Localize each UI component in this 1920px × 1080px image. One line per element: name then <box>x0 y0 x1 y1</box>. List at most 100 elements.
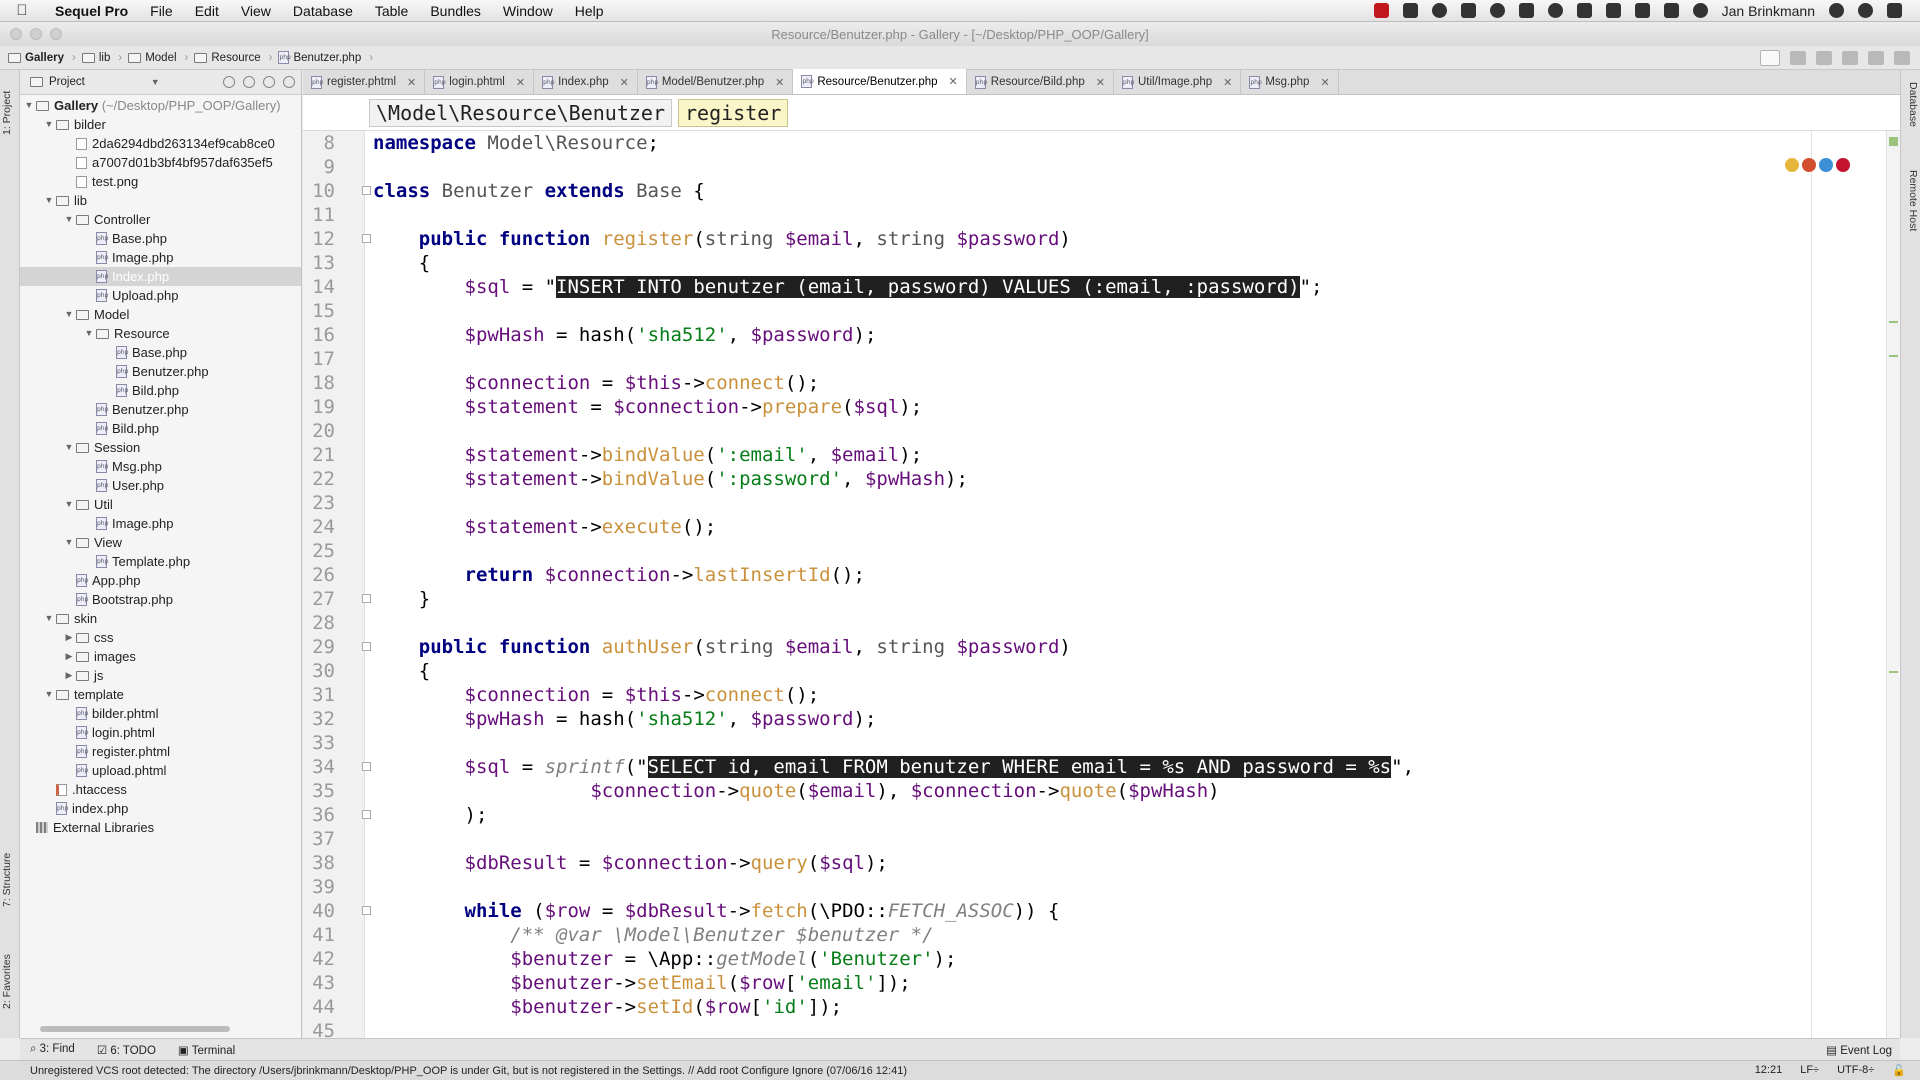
code-line[interactable]: 33 <box>303 731 1873 755</box>
hide-panel-icon[interactable] <box>283 76 295 88</box>
tab-msg-php[interactable]: php Msg.php ✕ <box>1241 70 1339 94</box>
opera-icon[interactable] <box>1836 158 1850 172</box>
tool-tab-todo[interactable]: ☑ 6: TODO <box>97 1043 156 1057</box>
tree-item[interactable]: php App.php <box>20 571 301 590</box>
expand-arrow-icon[interactable]: ▼ <box>62 438 76 457</box>
code-line[interactable]: 38 $dbResult = $connection->query($sql); <box>303 851 1873 875</box>
expand-arrow-icon[interactable]: ▼ <box>62 210 76 229</box>
coverage-icon[interactable] <box>1868 50 1884 65</box>
tab-resource-bild-php[interactable]: php Resource/Bild.php ✕ <box>967 70 1114 94</box>
expand-arrow-icon[interactable]: ▼ <box>62 495 76 514</box>
tree-item[interactable]: 2da6294dbd263134ef9cab8ce0 <box>20 134 301 153</box>
tree-item[interactable]: ▼ Resource <box>20 324 301 343</box>
nav-crumb-benutzer-php[interactable]: php Benutzer.php › <box>278 51 373 64</box>
code-line[interactable]: 37 <box>303 827 1873 851</box>
time-machine-icon[interactable] <box>1692 3 1708 18</box>
close-window-button[interactable] <box>10 28 22 40</box>
collapse-arrow-icon[interactable]: ▶ <box>62 666 76 685</box>
fold-marker-icon[interactable] <box>362 594 371 603</box>
tool-tab-database[interactable]: Database <box>1901 82 1919 152</box>
code-line[interactable]: 17 <box>303 347 1873 371</box>
close-tab-icon[interactable]: ✕ <box>949 75 958 88</box>
tree-item[interactable]: ▼ bilder <box>20 115 301 134</box>
tree-item[interactable]: ▼ lib <box>20 191 301 210</box>
nav-crumb-model[interactable]: Model › <box>128 52 188 64</box>
tab-register-phtml[interactable]: php register.phtml ✕ <box>303 70 426 94</box>
recording-status-icon[interactable] <box>1373 3 1389 18</box>
zoom-window-button[interactable] <box>50 28 62 40</box>
fold-marker-icon[interactable] <box>362 642 371 651</box>
tree-item[interactable]: php Benutzer.php <box>20 362 301 381</box>
tool-tab-structure[interactable]: 7: Structure <box>1 840 19 920</box>
breadcrumb-class[interactable]: \Model\Resource\Benutzer <box>369 98 672 127</box>
fold-marker-icon[interactable] <box>362 186 371 195</box>
inspection-status-icon[interactable] <box>1889 137 1898 146</box>
code-line[interactable]: 10 class Benutzer extends Base { <box>303 179 1873 203</box>
tree-item[interactable]: ▼ Util <box>20 495 301 514</box>
code-line[interactable]: 44 $benutzer->setId($row['id']); <box>303 995 1873 1019</box>
code-line[interactable]: 42 $benutzer = \App::getModel('Benutzer'… <box>303 947 1873 971</box>
apple-menu-icon[interactable]:  <box>0 2 44 19</box>
code-line[interactable]: 31 $connection = $this->connect(); <box>303 683 1873 707</box>
code-line[interactable]: 32 $pwHash = hash('sha512', $password); <box>303 707 1873 731</box>
event-log-button[interactable]: ▤ Event Log <box>1826 1043 1900 1057</box>
tree-item[interactable]: External Libraries <box>20 818 301 837</box>
expand-arrow-icon[interactable]: ▼ <box>82 324 96 343</box>
notification-icon[interactable] <box>1829 3 1844 18</box>
bookmark-icon[interactable] <box>1518 3 1534 18</box>
code-line[interactable]: 15 <box>303 299 1873 323</box>
breadcrumb-method[interactable]: register <box>677 98 789 127</box>
tree-item[interactable]: php upload.phtml <box>20 761 301 780</box>
tree-item[interactable]: php Upload.php <box>20 286 301 305</box>
tree-item[interactable]: ▶ css <box>20 628 301 647</box>
code-line[interactable]: 40 while ($row = $dbResult->fetch(\PDO::… <box>303 899 1873 923</box>
code-line[interactable]: 20 <box>303 419 1873 443</box>
tree-item[interactable]: ▼ template <box>20 685 301 704</box>
tree-item[interactable]: php Image.php <box>20 248 301 267</box>
code-line[interactable]: 28 <box>303 611 1873 635</box>
nav-crumb-gallery[interactable]: Gallery › <box>8 52 76 64</box>
fold-marker-icon[interactable] <box>362 906 371 915</box>
code-editor[interactable]: 8 namespace Model\Resource; 9 10 class Benut… <box>303 131 1900 1038</box>
code-line[interactable]: 11 <box>303 203 1873 227</box>
evernote-icon[interactable] <box>1576 3 1592 18</box>
menu-file[interactable]: File <box>139 3 184 19</box>
close-tab-icon[interactable]: ✕ <box>1096 76 1105 89</box>
tree-item[interactable]: php Benutzer.php <box>20 400 301 419</box>
tab-resource-benutzer-php[interactable]: php Resource/Benutzer.php ✕ <box>793 69 967 94</box>
expand-arrow-icon[interactable]: ▼ <box>42 609 56 628</box>
tree-item[interactable]: ▼ Session <box>20 438 301 457</box>
error-stripe[interactable] <box>1886 131 1900 1038</box>
menu-window[interactable]: Window <box>492 3 564 19</box>
run-icon[interactable] <box>1790 50 1806 65</box>
expand-arrow-icon[interactable]: ▼ <box>62 533 76 552</box>
tree-item[interactable]: php Base.php <box>20 343 301 362</box>
tab-util-image-php[interactable]: php Util/Image.php ✕ <box>1114 70 1242 94</box>
caret-position[interactable]: 12:21 <box>1755 1064 1783 1077</box>
project-view-selector[interactable]: Project <box>49 76 85 88</box>
tree-item[interactable]: php Template.php <box>20 552 301 571</box>
code-line[interactable]: 34 $sql = sprintf("SELECT id, email FROM… <box>303 755 1873 779</box>
plus-icon[interactable] <box>1460 3 1476 18</box>
menu-database[interactable]: Database <box>282 3 364 19</box>
expand-arrow-icon[interactable]: ▼ <box>42 685 56 704</box>
code-line[interactable]: 13 { <box>303 251 1873 275</box>
gear-icon[interactable] <box>263 76 275 88</box>
code-line[interactable]: 30 { <box>303 659 1873 683</box>
tree-item[interactable]: ▼ View <box>20 533 301 552</box>
tab-login-phtml[interactable]: php login.phtml ✕ <box>425 70 535 94</box>
tree-item[interactable]: ▼ Model <box>20 305 301 324</box>
tree-item[interactable]: php Bootstrap.php <box>20 590 301 609</box>
safari-icon[interactable] <box>1819 158 1833 172</box>
bluetooth-icon[interactable] <box>1663 3 1679 18</box>
tree-item[interactable]: ▼ Controller <box>20 210 301 229</box>
code-line[interactable]: 19 $statement = $connection->prepare($sq… <box>303 395 1873 419</box>
tree-item[interactable]: php Bild.php <box>20 381 301 400</box>
code-line[interactable]: 43 $benutzer->setEmail($row['email']); <box>303 971 1873 995</box>
tree-item[interactable]: php Msg.php <box>20 457 301 476</box>
close-tab-icon[interactable]: ✕ <box>775 76 784 89</box>
user-name[interactable]: Jan Brinkmann <box>1722 3 1815 19</box>
run-configuration-select[interactable] <box>1760 49 1780 66</box>
cloud-icon[interactable] <box>1547 3 1563 18</box>
tree-item[interactable]: php Bild.php <box>20 419 301 438</box>
